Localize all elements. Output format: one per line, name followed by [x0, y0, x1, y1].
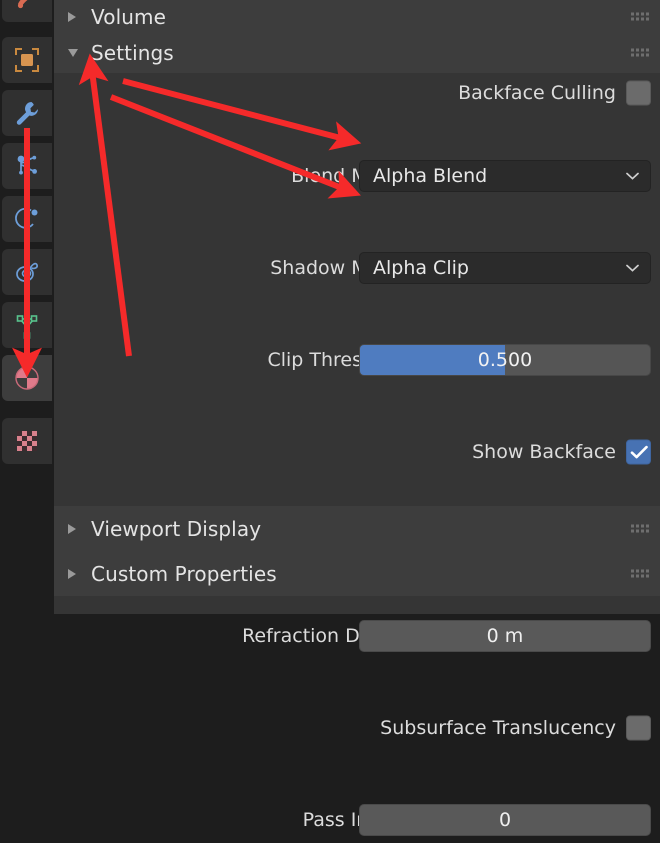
properties-tab-render[interactable]	[2, 0, 52, 22]
refraction-depth-field[interactable]: 0 m	[359, 620, 651, 652]
blend-mode-dropdown[interactable]: Alpha Blend	[359, 160, 651, 192]
blend-mode-value: Alpha Blend	[373, 165, 487, 187]
panel-grip-handle[interactable]	[631, 524, 648, 533]
custom-properties-panel-header[interactable]: Custom Properties	[54, 551, 660, 596]
physics-orbit-icon	[12, 204, 42, 234]
viewport-display-panel-header[interactable]: Viewport Display	[54, 506, 660, 551]
panel-grip-handle[interactable]	[631, 49, 648, 58]
settings-panel-title: Settings	[91, 41, 174, 65]
backface-culling-checkbox[interactable]	[626, 81, 651, 106]
subsurface-translucency-label: Subsurface Translucency	[380, 717, 616, 739]
refraction-depth-value: 0 m	[360, 625, 650, 647]
camera-back-icon	[13, 0, 41, 13]
properties-tab-texture[interactable]	[2, 418, 52, 464]
refraction-depth-row: Refraction Depth 0 m	[54, 613, 660, 659]
particles-icon	[12, 151, 42, 181]
show-backface-checkbox[interactable]	[626, 440, 651, 465]
custom-properties-panel-title: Custom Properties	[91, 562, 277, 586]
blender-properties-editor: Volume Settings Backface Culling Blend M…	[0, 0, 660, 614]
shadow-mode-row: Shadow Mode Alpha Clip	[54, 245, 660, 291]
viewport-display-panel-title: Viewport Display	[91, 517, 261, 541]
subsurface-translucency-checkbox[interactable]	[626, 716, 651, 741]
wrench-icon	[12, 98, 42, 128]
panel-grip-handle[interactable]	[631, 569, 648, 578]
chevron-right-icon	[68, 12, 76, 22]
material-sphere-icon	[11, 362, 43, 394]
settings-panel-header[interactable]: Settings	[54, 33, 660, 73]
clip-threshold-value: 0.500	[360, 349, 650, 371]
chevron-right-icon	[68, 524, 76, 534]
properties-tab-data[interactable]	[2, 302, 52, 348]
chevron-down-icon	[626, 264, 639, 272]
backface-culling-label: Backface Culling	[458, 82, 616, 104]
constraint-icon	[12, 257, 42, 287]
subsurface-translucency-row: Subsurface Translucency	[54, 705, 660, 751]
panel-grip-handle[interactable]	[631, 12, 648, 21]
clip-threshold-slider[interactable]: 0.500	[359, 344, 651, 376]
show-backface-row: Show Backface	[54, 429, 660, 475]
chevron-down-icon	[626, 172, 639, 180]
blend-mode-row: Blend Mode Alpha Blend	[54, 153, 660, 199]
pass-index-field[interactable]: 0	[359, 804, 651, 836]
pass-index-row: Pass Index 0	[54, 797, 660, 843]
show-backface-label: Show Backface	[472, 441, 616, 463]
properties-tab-object[interactable]	[2, 37, 52, 83]
mesh-data-icon	[12, 310, 42, 340]
properties-tab-constraints[interactable]	[2, 249, 52, 295]
chevron-right-icon	[68, 569, 76, 579]
properties-tab-particles[interactable]	[2, 143, 52, 189]
pass-index-value: 0	[360, 809, 650, 831]
object-square-icon	[12, 45, 42, 75]
settings-panel-body: Backface Culling Blend Mode Alpha Blend …	[54, 73, 660, 506]
volume-panel-title: Volume	[91, 5, 166, 29]
properties-tab-modifiers[interactable]	[2, 90, 52, 136]
shadow-mode-value: Alpha Clip	[373, 257, 469, 279]
checkmark-icon	[630, 445, 649, 461]
chevron-down-icon	[68, 49, 78, 57]
volume-panel-header[interactable]: Volume	[54, 0, 660, 33]
clip-threshold-row: Clip Threshold 0.500	[54, 337, 660, 383]
material-properties-panel: Volume Settings Backface Culling Blend M…	[54, 0, 660, 614]
shadow-mode-dropdown[interactable]: Alpha Clip	[359, 252, 651, 284]
properties-tab-material[interactable]	[2, 355, 52, 401]
backface-culling-row: Backface Culling	[54, 73, 660, 113]
properties-tab-column	[0, 0, 54, 614]
checker-texture-icon	[12, 426, 42, 456]
properties-tab-physics[interactable]	[2, 196, 52, 242]
